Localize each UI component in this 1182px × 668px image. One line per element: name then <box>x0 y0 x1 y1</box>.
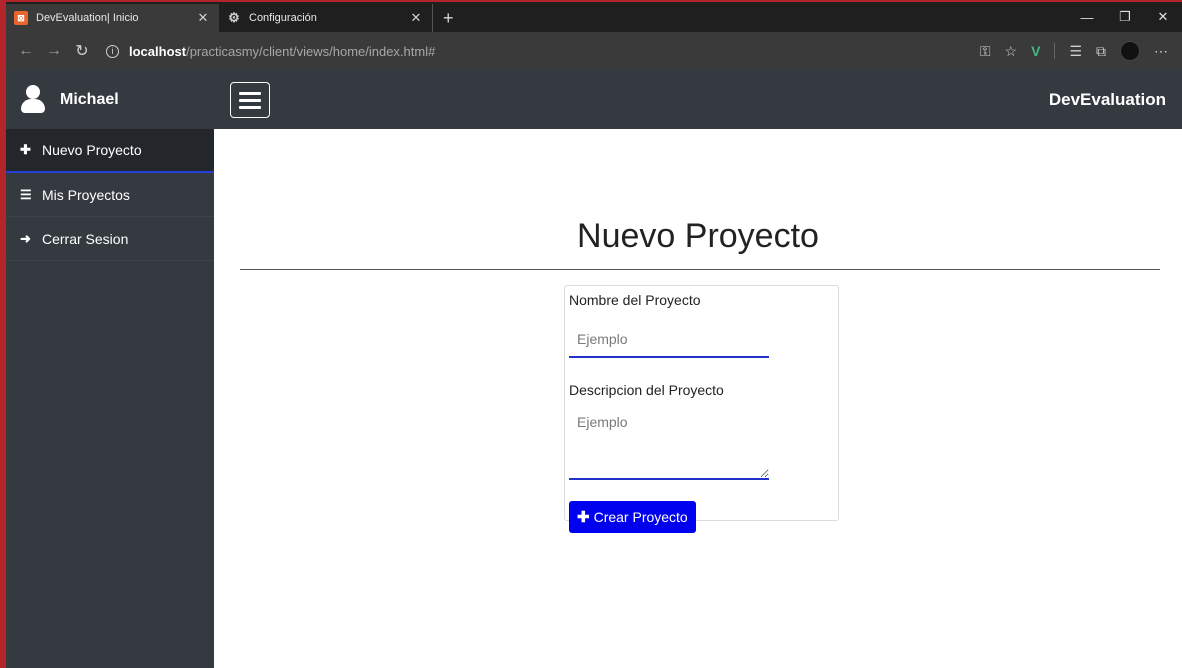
toolbar-divider <box>1054 43 1056 59</box>
close-icon[interactable]: ✕ <box>195 10 211 26</box>
top-navbar: DevEvaluation <box>214 70 1182 129</box>
url-field[interactable]: i localhost/practicasmy/client/views/hom… <box>106 37 980 65</box>
sidebar-item-label: Nuevo Proyecto <box>42 142 142 158</box>
new-tab-button[interactable]: + <box>432 4 464 32</box>
forward-icon[interactable]: → <box>40 42 68 60</box>
sidebar-item-label: Cerrar Sesion <box>42 230 129 247</box>
profile-avatar-icon[interactable] <box>1120 41 1140 61</box>
key-icon[interactable]: ⚿ <box>980 43 991 60</box>
menu-bar <box>239 91 261 95</box>
browser-window: ⊠ DevEvaluation| Inicio ✕ ⚙ Configuració… <box>0 0 1182 668</box>
window-controls: — ❐ ✕ <box>1068 2 1182 32</box>
list-icon: ☰ <box>20 186 32 202</box>
sign-out-icon: ➜ <box>20 230 31 246</box>
tab-devevaluation[interactable]: ⊠ DevEvaluation| Inicio ✕ <box>6 4 219 32</box>
vue-devtools-icon[interactable]: V <box>1031 43 1040 59</box>
sidebar-user: Michael <box>6 70 214 129</box>
sidebar-item-label: Mis Proyectos <box>42 186 130 203</box>
project-description-textarea[interactable] <box>569 408 769 480</box>
more-icon[interactable]: ⋯ <box>1154 43 1168 60</box>
restore-icon[interactable]: ❐ <box>1106 2 1144 32</box>
tab-title: Configuración <box>249 12 317 24</box>
brand-title[interactable]: DevEvaluation <box>1049 90 1166 110</box>
plus-icon: ✚ <box>20 142 31 157</box>
sidebar-item-mis-proyectos[interactable]: ☰ Mis Proyectos <box>6 173 214 217</box>
favorites-icon[interactable]: ☰ <box>1069 43 1082 60</box>
new-project-form: Nombre del Proyecto Descripcion del Proy… <box>564 285 839 533</box>
page-title: Nuevo Proyecto <box>577 217 819 255</box>
create-project-label: Crear Proyecto <box>593 509 688 525</box>
user-name: Michael <box>60 90 119 108</box>
tab-configuracion[interactable]: ⚙ Configuración ✕ <box>219 4 432 32</box>
project-name-label: Nombre del Proyecto <box>569 292 701 308</box>
address-bar: ← → ↻ i localhost/practicasmy/client/vie… <box>6 32 1182 70</box>
app-icon: ⊠ <box>14 11 28 25</box>
gear-icon: ⚙ <box>228 10 240 25</box>
plus-icon: ✚ <box>577 509 590 526</box>
back-icon[interactable]: ← <box>12 42 40 60</box>
menu-bar <box>239 98 261 102</box>
info-icon[interactable]: i <box>106 44 119 58</box>
web-page: Michael ✚ Nuevo Proyecto ☰ Mis Proyectos… <box>6 70 1182 668</box>
divider <box>240 269 1160 270</box>
minimize-icon[interactable]: — <box>1068 2 1106 32</box>
close-icon[interactable]: ✕ <box>408 10 424 26</box>
url-host: localhost <box>129 43 187 59</box>
user-icon <box>20 84 46 115</box>
reload-icon[interactable]: ↻ <box>68 41 96 61</box>
close-window-icon[interactable]: ✕ <box>1144 2 1182 32</box>
main-content: Nuevo Proyecto Nombre del Proyecto Descr… <box>214 129 1182 668</box>
project-name-input[interactable] <box>569 322 769 358</box>
create-project-button[interactable]: ✚ Crear Proyecto <box>569 501 696 533</box>
project-description-label: Descripcion del Proyecto <box>569 382 724 398</box>
tab-strip: ⊠ DevEvaluation| Inicio ✕ ⚙ Configuració… <box>6 2 1182 32</box>
browser-toolbar: ⚿ ☆ V ☰ ⧉ ⋯ <box>980 41 1176 61</box>
star-icon[interactable]: ☆ <box>1005 43 1018 60</box>
hamburger-menu-button[interactable] <box>230 82 270 118</box>
sidebar: Michael ✚ Nuevo Proyecto ☰ Mis Proyectos… <box>6 70 214 668</box>
tab-title: DevEvaluation| Inicio <box>36 12 139 24</box>
menu-bar <box>239 105 261 109</box>
sidebar-item-nuevo-proyecto[interactable]: ✚ Nuevo Proyecto <box>6 129 214 173</box>
url-path: /practicasmy/client/views/home/index.htm… <box>186 43 436 59</box>
sidebar-item-cerrar-sesion[interactable]: ➜ Cerrar Sesion <box>6 217 214 261</box>
collections-icon[interactable]: ⧉ <box>1096 43 1106 60</box>
